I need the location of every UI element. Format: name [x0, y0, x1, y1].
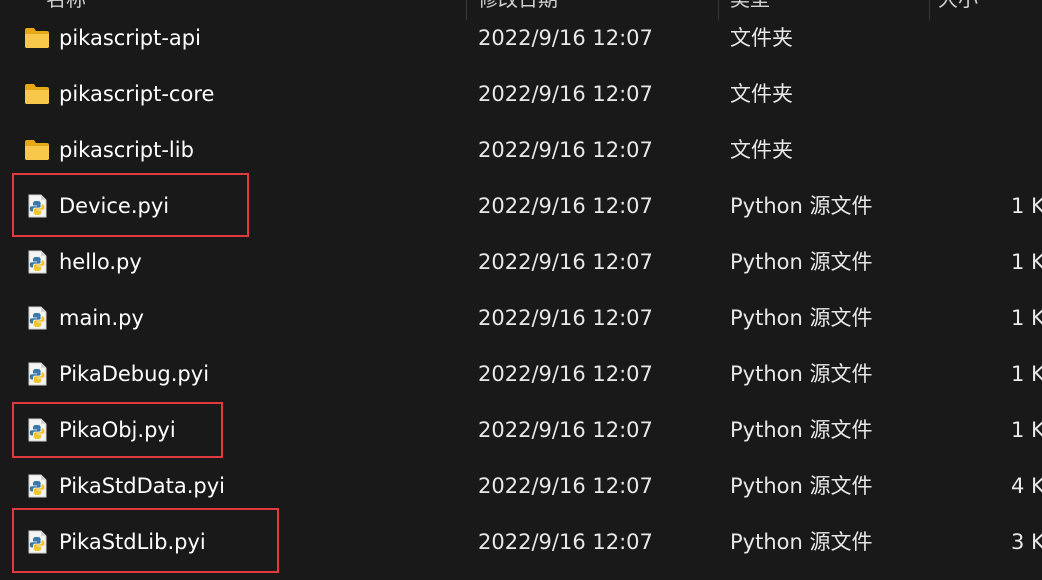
file-date: 2022/9/16 12:07: [478, 26, 653, 50]
file-row[interactable]: PikaStdLib.pyi 2022/9/16 12:07 Python 源文件 3…: [0, 514, 1042, 570]
file-type: 文件夹: [730, 138, 793, 162]
file-date: 2022/9/16 12:07: [478, 250, 653, 274]
file-date: 2022/9/16 12:07: [478, 138, 653, 162]
file-list: pikascript-api 2022/9/16 12:07 文件夹 pikascri…: [0, 10, 1042, 570]
file-date: 2022/9/16 12:07: [478, 474, 653, 498]
file-row[interactable]: main.py 2022/9/16 12:07 Python 源文件 1 K: [0, 290, 1042, 346]
file-row[interactable]: PikaObj.pyi 2022/9/16 12:07 Python 源文件 1 K: [0, 402, 1042, 458]
file-size: 1 K: [1011, 306, 1042, 330]
python-file-icon: [24, 361, 50, 387]
file-size: 1 K: [1011, 362, 1042, 386]
file-type: Python 源文件: [730, 194, 873, 218]
file-date: 2022/9/16 12:07: [478, 362, 653, 386]
file-date: 2022/9/16 12:07: [478, 82, 653, 106]
file-name: hello.py: [59, 250, 142, 274]
file-name: PikaDebug.pyi: [59, 362, 210, 386]
python-file-icon: [24, 305, 50, 331]
file-type: Python 源文件: [730, 530, 873, 554]
file-date: 2022/9/16 12:07: [478, 194, 653, 218]
python-file-icon: [24, 417, 50, 443]
folder-icon: [24, 25, 50, 51]
file-row[interactable]: hello.py 2022/9/16 12:07 Python 源文件 1 K: [0, 234, 1042, 290]
folder-icon: [24, 81, 50, 107]
file-name: PikaStdData.pyi: [59, 474, 226, 498]
python-file-icon: [24, 473, 50, 499]
file-row[interactable]: PikaDebug.pyi 2022/9/16 12:07 Python 源文件 1 …: [0, 346, 1042, 402]
file-size: 1 K: [1011, 418, 1042, 442]
file-name: pikascript-core: [59, 82, 215, 106]
python-file-icon: [24, 529, 50, 555]
file-row[interactable]: pikascript-lib 2022/9/16 12:07 文件夹: [0, 122, 1042, 178]
file-type: Python 源文件: [730, 474, 873, 498]
file-name: pikascript-api: [59, 26, 201, 50]
file-row[interactable]: Device.pyi 2022/9/16 12:07 Python 源文件 1 K: [0, 178, 1042, 234]
file-type: Python 源文件: [730, 418, 873, 442]
file-size: 1 K: [1011, 194, 1042, 218]
file-name: PikaStdLib.pyi: [59, 530, 206, 554]
file-name: Device.pyi: [59, 194, 170, 218]
python-file-icon: [24, 249, 50, 275]
file-name: pikascript-lib: [59, 138, 194, 162]
file-name: PikaObj.pyi: [59, 418, 176, 442]
file-size: 1 K: [1011, 250, 1042, 274]
file-date: 2022/9/16 12:07: [478, 530, 653, 554]
folder-icon: [24, 137, 50, 163]
file-date: 2022/9/16 12:07: [478, 418, 653, 442]
file-type: Python 源文件: [730, 250, 873, 274]
file-date: 2022/9/16 12:07: [478, 306, 653, 330]
file-type: Python 源文件: [730, 362, 873, 386]
python-file-icon: [24, 193, 50, 219]
file-size: 3 K: [1011, 530, 1042, 554]
file-size: 4 K: [1011, 474, 1042, 498]
file-type: Python 源文件: [730, 306, 873, 330]
file-type: 文件夹: [730, 26, 793, 50]
file-row[interactable]: pikascript-api 2022/9/16 12:07 文件夹: [0, 10, 1042, 66]
file-row[interactable]: PikaStdData.pyi 2022/9/16 12:07 Python 源文件…: [0, 458, 1042, 514]
file-row[interactable]: pikascript-core 2022/9/16 12:07 文件夹: [0, 66, 1042, 122]
file-name: main.py: [59, 306, 144, 330]
file-type: 文件夹: [730, 82, 793, 106]
